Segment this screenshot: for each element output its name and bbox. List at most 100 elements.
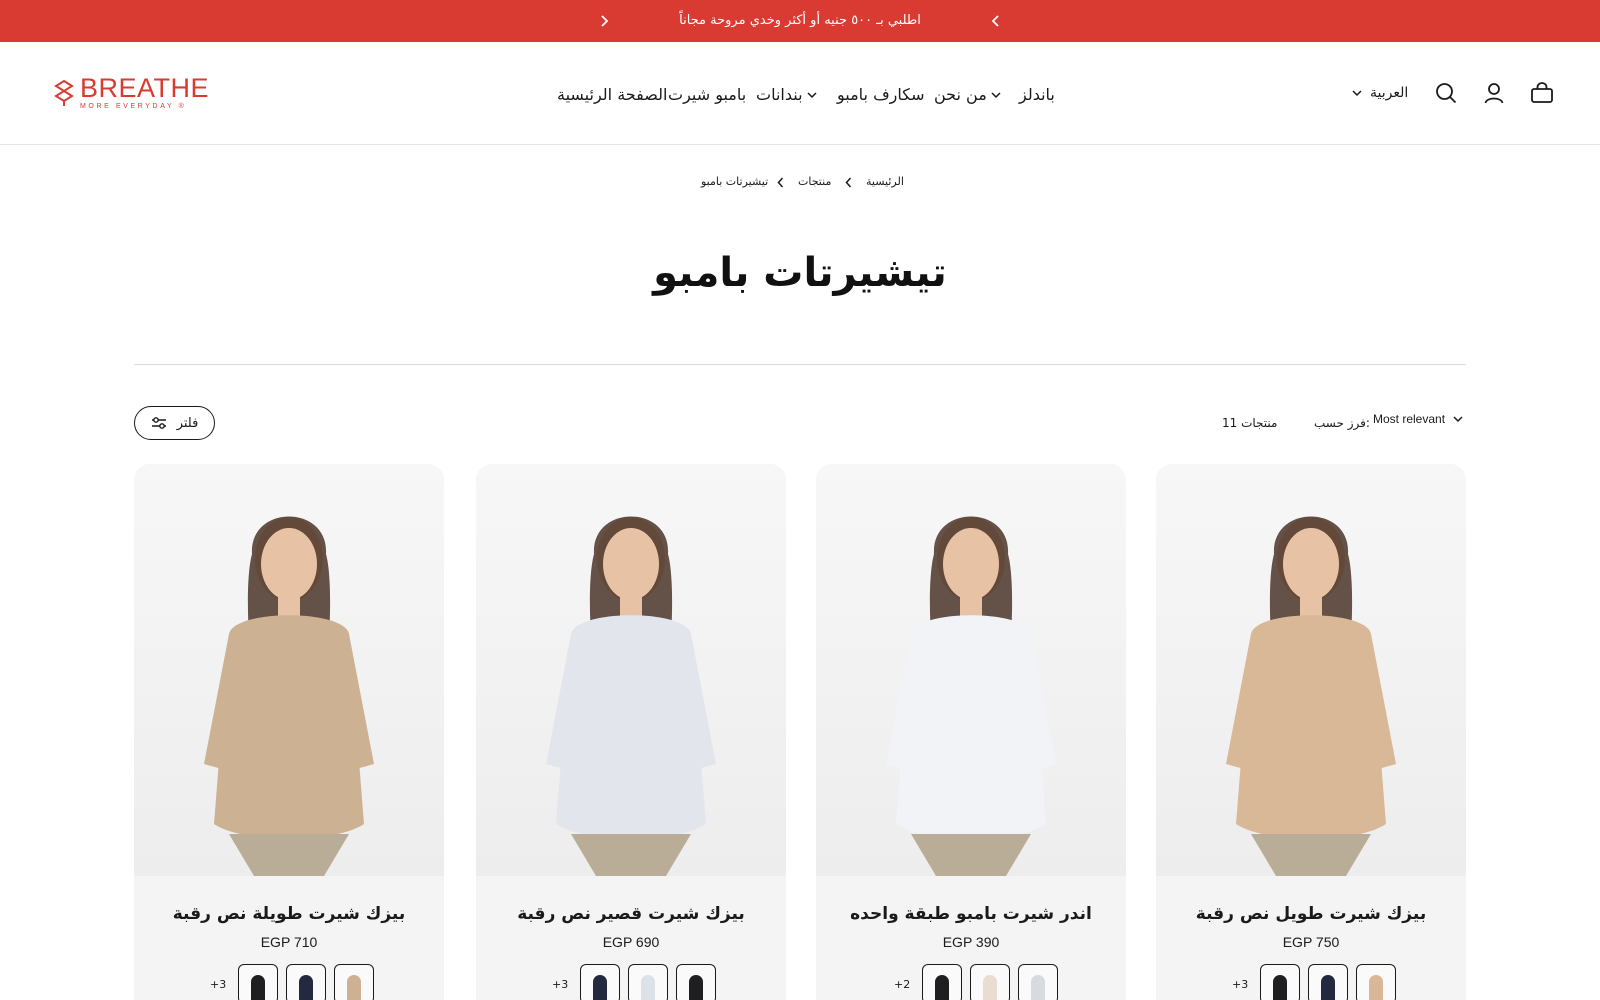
product-name[interactable]: بيزك شيرت طويل نص رقبة bbox=[1156, 904, 1466, 924]
chevron-down-icon bbox=[806, 91, 817, 98]
nav-bamboo-shirt-label: بامبو شيرت bbox=[668, 85, 747, 104]
logo-tagline: MORE EVERYDAY ® bbox=[80, 103, 187, 110]
color-swatch[interactable] bbox=[1308, 964, 1349, 1000]
brand-logo[interactable]: BREATHE MORE EVERYDAY ® bbox=[52, 75, 209, 110]
nav-home[interactable]: الصفحة الرئيسية bbox=[557, 85, 667, 104]
swatch-garment-icon bbox=[1321, 975, 1336, 1000]
sort-dropdown[interactable]: Most relevant bbox=[1373, 412, 1463, 426]
swatch-garment-icon bbox=[347, 975, 362, 1000]
search-button[interactable] bbox=[1433, 80, 1459, 106]
sliders-icon bbox=[151, 417, 166, 429]
product-name[interactable]: اندر شيرت بامبو طبقة واحده bbox=[816, 904, 1126, 924]
product-image[interactable] bbox=[134, 464, 444, 876]
breadcrumb-products[interactable]: منتجات bbox=[798, 175, 831, 188]
color-swatches: +3 bbox=[552, 964, 717, 1000]
chevron-left-icon bbox=[844, 177, 851, 187]
color-swatch[interactable] bbox=[1018, 964, 1059, 1000]
color-swatch[interactable] bbox=[1356, 964, 1397, 1000]
swatch-garment-icon bbox=[299, 975, 314, 1000]
divider bbox=[134, 364, 1466, 365]
nav-bandanas-label: بندانات bbox=[756, 85, 803, 104]
nav-about[interactable]: من نحن bbox=[934, 85, 1001, 104]
breadcrumb-current: تيشيرتات بامبو bbox=[701, 175, 769, 188]
breadcrumb: الرئيسية منتجات تيشيرتات بامبو bbox=[0, 172, 1600, 192]
filter-label: فلتر bbox=[176, 415, 199, 431]
model-illustration-icon bbox=[1226, 516, 1396, 876]
color-swatches: +3 bbox=[1232, 964, 1397, 1000]
product-name[interactable]: بيزك شيرت طويلة نص رقبة bbox=[134, 904, 444, 924]
announcement-message[interactable]: اطلبي بـ ٥٠٠ جنيه أو أكثر وخدي مروحة مجا… bbox=[0, 0, 1600, 42]
color-swatch[interactable] bbox=[970, 964, 1011, 1000]
chevron-down-icon bbox=[1352, 90, 1362, 97]
nav-scarves[interactable]: سكارف بامبو bbox=[837, 85, 925, 104]
color-swatch[interactable] bbox=[286, 964, 327, 1000]
cart-button[interactable] bbox=[1529, 80, 1555, 106]
announcement-next-button[interactable] bbox=[986, 11, 1006, 31]
nav-scarves-label: سكارف بامبو bbox=[837, 85, 925, 104]
nav-home-label: الصفحة الرئيسية bbox=[557, 85, 668, 104]
more-colors-count: +3 bbox=[1232, 977, 1249, 991]
chevron-down-icon bbox=[1453, 416, 1463, 423]
chevron-left-icon bbox=[776, 177, 783, 187]
model-illustration-icon bbox=[546, 516, 716, 876]
announcement-prev-button[interactable] bbox=[594, 11, 614, 31]
color-swatches: +3 bbox=[210, 964, 375, 1000]
product-card[interactable]: اندر شيرت بامبو طبقة واحده EGP 390 +2 bbox=[816, 464, 1126, 1000]
product-price: EGP 710 bbox=[260, 934, 318, 950]
chevron-right-icon bbox=[601, 15, 609, 27]
logo-wordmark: BREATHE bbox=[80, 73, 210, 103]
color-swatches: +2 bbox=[894, 964, 1059, 1000]
swatch-garment-icon bbox=[251, 975, 266, 1000]
sort-value: Most relevant bbox=[1373, 412, 1446, 426]
search-icon bbox=[1436, 83, 1457, 104]
model-illustration-icon bbox=[886, 516, 1056, 876]
color-swatch[interactable] bbox=[238, 964, 279, 1000]
swatch-garment-icon bbox=[1273, 975, 1288, 1000]
swatch-garment-icon bbox=[1369, 975, 1384, 1000]
more-colors-count: +2 bbox=[894, 977, 911, 991]
nav-bundles-label: باندلز bbox=[1019, 85, 1055, 104]
filter-button[interactable]: فلتر bbox=[134, 406, 215, 440]
user-icon bbox=[1484, 83, 1504, 104]
product-price: EGP 750 bbox=[1282, 934, 1340, 950]
logo-mark-icon bbox=[54, 79, 74, 106]
chevron-left-icon bbox=[991, 15, 999, 27]
color-swatch[interactable] bbox=[676, 964, 717, 1000]
product-image[interactable] bbox=[476, 464, 786, 876]
nav-bamboo-shirt[interactable]: بامبو شيرت bbox=[668, 85, 746, 104]
model-illustration-icon bbox=[204, 516, 374, 876]
breadcrumb-separator bbox=[843, 176, 853, 188]
swatch-garment-icon bbox=[983, 975, 998, 1000]
product-card[interactable]: بيزك شيرت طويلة نص رقبة EGP 710 +3 bbox=[134, 464, 444, 1000]
product-name[interactable]: بيزك شيرت قصير نص رقبة bbox=[476, 904, 786, 924]
color-swatch[interactable] bbox=[334, 964, 375, 1000]
product-image[interactable] bbox=[816, 464, 1126, 876]
product-image[interactable] bbox=[1156, 464, 1466, 876]
site-header: BREATHE MORE EVERYDAY ® باندلز من نحن سك… bbox=[0, 42, 1600, 145]
page-title: تيشيرتات بامبو bbox=[653, 250, 947, 296]
product-count: 11 منتجات bbox=[1222, 416, 1278, 430]
breadcrumb-home[interactable]: الرئيسية bbox=[866, 175, 904, 188]
swatch-garment-icon bbox=[1031, 975, 1046, 1000]
product-price: EGP 690 bbox=[602, 934, 660, 950]
product-price: EGP 390 bbox=[942, 934, 1000, 950]
swatch-garment-icon bbox=[935, 975, 950, 1000]
more-colors-count: +3 bbox=[210, 977, 227, 991]
chevron-down-icon bbox=[991, 91, 1001, 98]
color-swatch[interactable] bbox=[628, 964, 669, 1000]
language-label: العربية bbox=[1370, 85, 1409, 101]
swatch-garment-icon bbox=[689, 975, 704, 1000]
color-swatch[interactable] bbox=[1260, 964, 1301, 1000]
color-swatch[interactable] bbox=[580, 964, 621, 1000]
nav-bundles[interactable]: باندلز bbox=[1019, 85, 1055, 104]
product-card[interactable]: بيزك شيرت قصير نص رقبة EGP 690 +3 bbox=[476, 464, 786, 1000]
nav-bandanas[interactable]: بندانات bbox=[756, 85, 817, 104]
breadcrumb-separator bbox=[775, 176, 785, 188]
account-button[interactable] bbox=[1481, 80, 1507, 106]
product-card[interactable]: بيزك شيرت طويل نص رقبة EGP 750 +3 bbox=[1156, 464, 1466, 1000]
color-swatch[interactable] bbox=[922, 964, 963, 1000]
language-selector[interactable]: العربية bbox=[1352, 85, 1408, 101]
swatch-garment-icon bbox=[641, 975, 656, 1000]
more-colors-count: +3 bbox=[552, 977, 569, 991]
swatch-garment-icon bbox=[593, 975, 608, 1000]
